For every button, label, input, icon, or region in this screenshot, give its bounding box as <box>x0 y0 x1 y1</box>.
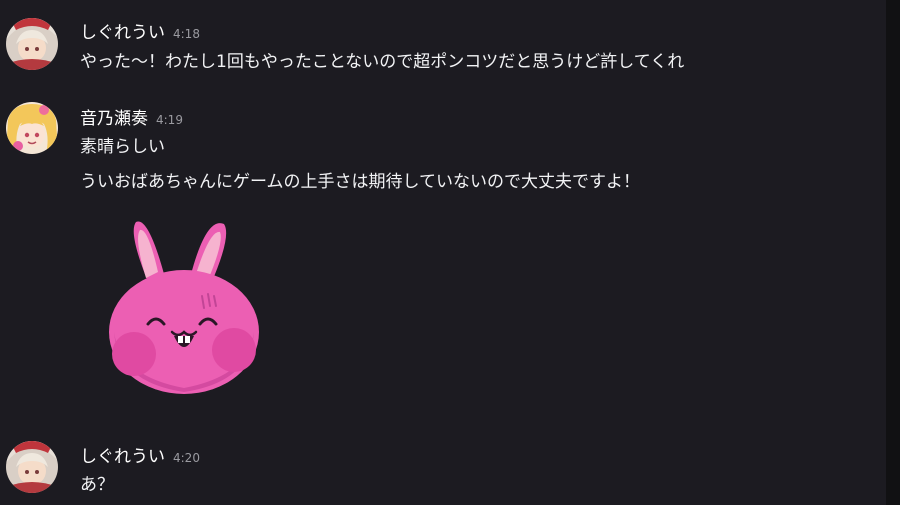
message-text: 素晴らしい <box>80 137 165 157</box>
ui-avatar-icon <box>6 441 58 493</box>
kanade-avatar-icon <box>6 102 58 154</box>
avatar[interactable] <box>6 441 58 493</box>
message-header: しぐれうい 4:20 <box>80 442 200 467</box>
sticker[interactable] <box>100 212 270 397</box>
author-name[interactable]: しぐれうい <box>80 442 165 467</box>
timestamp: 4:18 <box>173 27 200 41</box>
timestamp: 4:20 <box>173 451 200 465</box>
avatar[interactable] <box>6 102 58 154</box>
scrollbar-track[interactable] <box>886 0 900 505</box>
author-name[interactable]: しぐれうい <box>80 18 165 43</box>
timestamp: 4:19 <box>156 113 183 127</box>
chat-log: しぐれうい 4:18 やった～！わたし1回もやったことないので超ポンコツだと思う… <box>0 0 900 505</box>
message-text: あ？ <box>80 475 114 495</box>
message-text: やった～！わたし1回もやったことないので超ポンコツだと思うけど許してくれ <box>80 52 685 72</box>
message-header: 音乃瀬奏 4:19 <box>80 104 183 129</box>
author-name[interactable]: 音乃瀬奏 <box>80 104 148 129</box>
message-text: ういおばあちゃんにゲームの上手さは期待していないので大丈夫ですよ！ <box>80 172 640 192</box>
avatar[interactable] <box>6 18 58 70</box>
message-header: しぐれうい 4:18 <box>80 18 200 43</box>
ui-avatar-icon <box>6 18 58 70</box>
pink-bunny-sticker-icon <box>109 221 259 394</box>
